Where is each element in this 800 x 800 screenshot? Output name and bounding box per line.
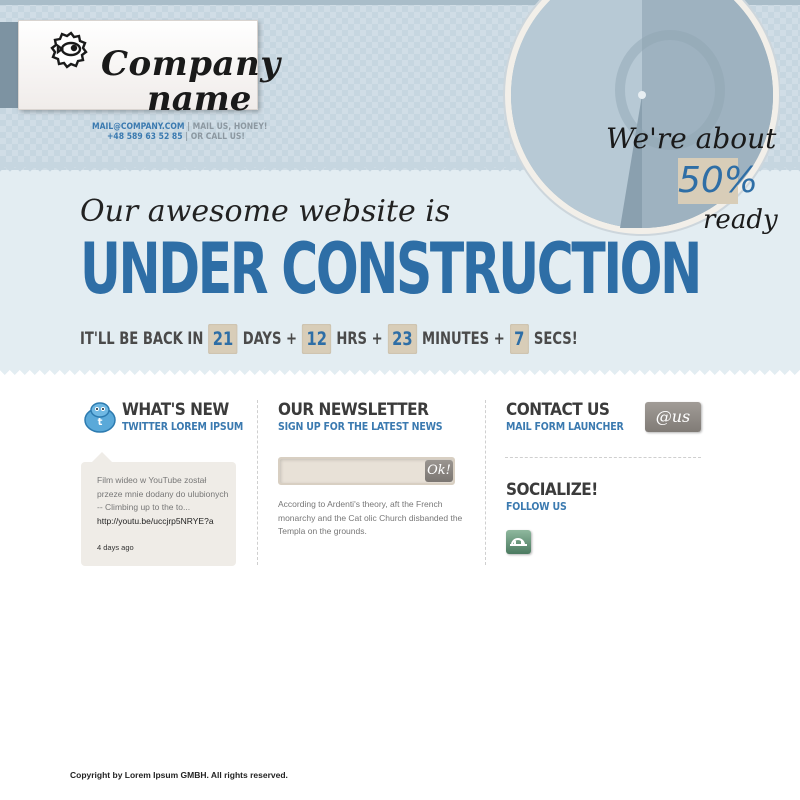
tweet-text: Film wideo w YouTube został przeze mnie … — [97, 474, 229, 528]
countdown-hours-label: HRS + — [336, 329, 383, 349]
tweet-bubble-arrow — [92, 452, 112, 462]
email-note: | MAIL US, HONEY! — [187, 122, 268, 132]
twitter-bird-icon[interactable]: t — [82, 400, 118, 434]
hero-title: UNDER CONSTRUCTION — [80, 228, 702, 310]
left-edge-tab — [0, 22, 18, 108]
countdown-prefix: IT'LL BE BACK IN — [80, 329, 204, 349]
whats-new-subtitle[interactable]: TWITTER LOREM IPSUM — [122, 421, 243, 433]
email-row: MAIL@COMPANY.COM | MAIL US, HONEY! — [92, 122, 267, 132]
newsletter-title: OUR NEWSLETTER — [278, 400, 429, 420]
phone-note: | OR CALL US! — [185, 132, 245, 142]
delicious-icon[interactable] — [506, 530, 531, 554]
svg-text:t: t — [98, 417, 103, 428]
countdown-seconds-label: SECS! — [533, 329, 578, 349]
logo-text-company: Company — [101, 44, 281, 84]
socialize-title: SOCIALIZE! — [506, 480, 598, 500]
progress-percent: 50% — [678, 160, 759, 201]
countdown-days-label: DAYS + — [242, 329, 298, 349]
socialize-subtitle: FOLLOW US — [506, 501, 567, 513]
countdown-hours: 12 — [302, 324, 332, 354]
hero-zigzag-edge — [0, 370, 800, 380]
delicious-glyph-icon — [510, 538, 527, 546]
countdown-days: 21 — [208, 324, 238, 354]
countdown-minutes-label: MINUTES + — [422, 329, 505, 349]
newsletter-description: According to Ardenti's theory, aft the F… — [278, 499, 463, 536]
contact-subtitle[interactable]: MAIL FORM LAUNCHER — [506, 421, 624, 433]
countdown-seconds: 7 — [509, 324, 529, 354]
gear-fish-icon — [50, 31, 88, 69]
email-link[interactable]: MAIL@COMPANY.COM — [92, 122, 185, 132]
progress-text-before: We're about — [606, 122, 777, 155]
whats-new-title: WHAT'S NEW — [122, 400, 229, 420]
logo-text-name: name — [147, 79, 252, 119]
phone-row: +48 589 63 52 85 | OR CALL US! — [107, 132, 245, 142]
newsletter-ok-button[interactable]: Ok! — [425, 460, 453, 482]
newsletter-subtitle: SIGN UP FOR THE LATEST NEWS — [278, 421, 443, 433]
footer-copyright: Copyright by Lorem Ipsum GMBH. All right… — [70, 770, 288, 780]
tweet-link[interactable]: http://youtu.be/uccjrp5NRYE?a — [97, 516, 214, 526]
countdown-minutes: 23 — [387, 324, 417, 354]
hero-tagline: Our awesome website is — [80, 194, 451, 229]
logo[interactable]: Company name — [18, 20, 280, 119]
contact-divider — [505, 457, 701, 458]
tweet-time: 4 days ago — [97, 543, 134, 552]
phone-number[interactable]: +48 589 63 52 85 — [107, 132, 183, 142]
countdown: IT'LL BE BACK IN 21 DAYS + 12 HRS + 23 M… — [80, 324, 578, 354]
progress-text-after: ready — [703, 205, 778, 235]
contact-at-button[interactable]: @us — [645, 402, 701, 432]
tweet-body: Film wideo w YouTube został przeze mnie … — [97, 475, 229, 512]
contact-title: CONTACT US — [506, 400, 610, 420]
column-divider-2 — [485, 400, 486, 565]
column-divider-1 — [257, 400, 258, 565]
